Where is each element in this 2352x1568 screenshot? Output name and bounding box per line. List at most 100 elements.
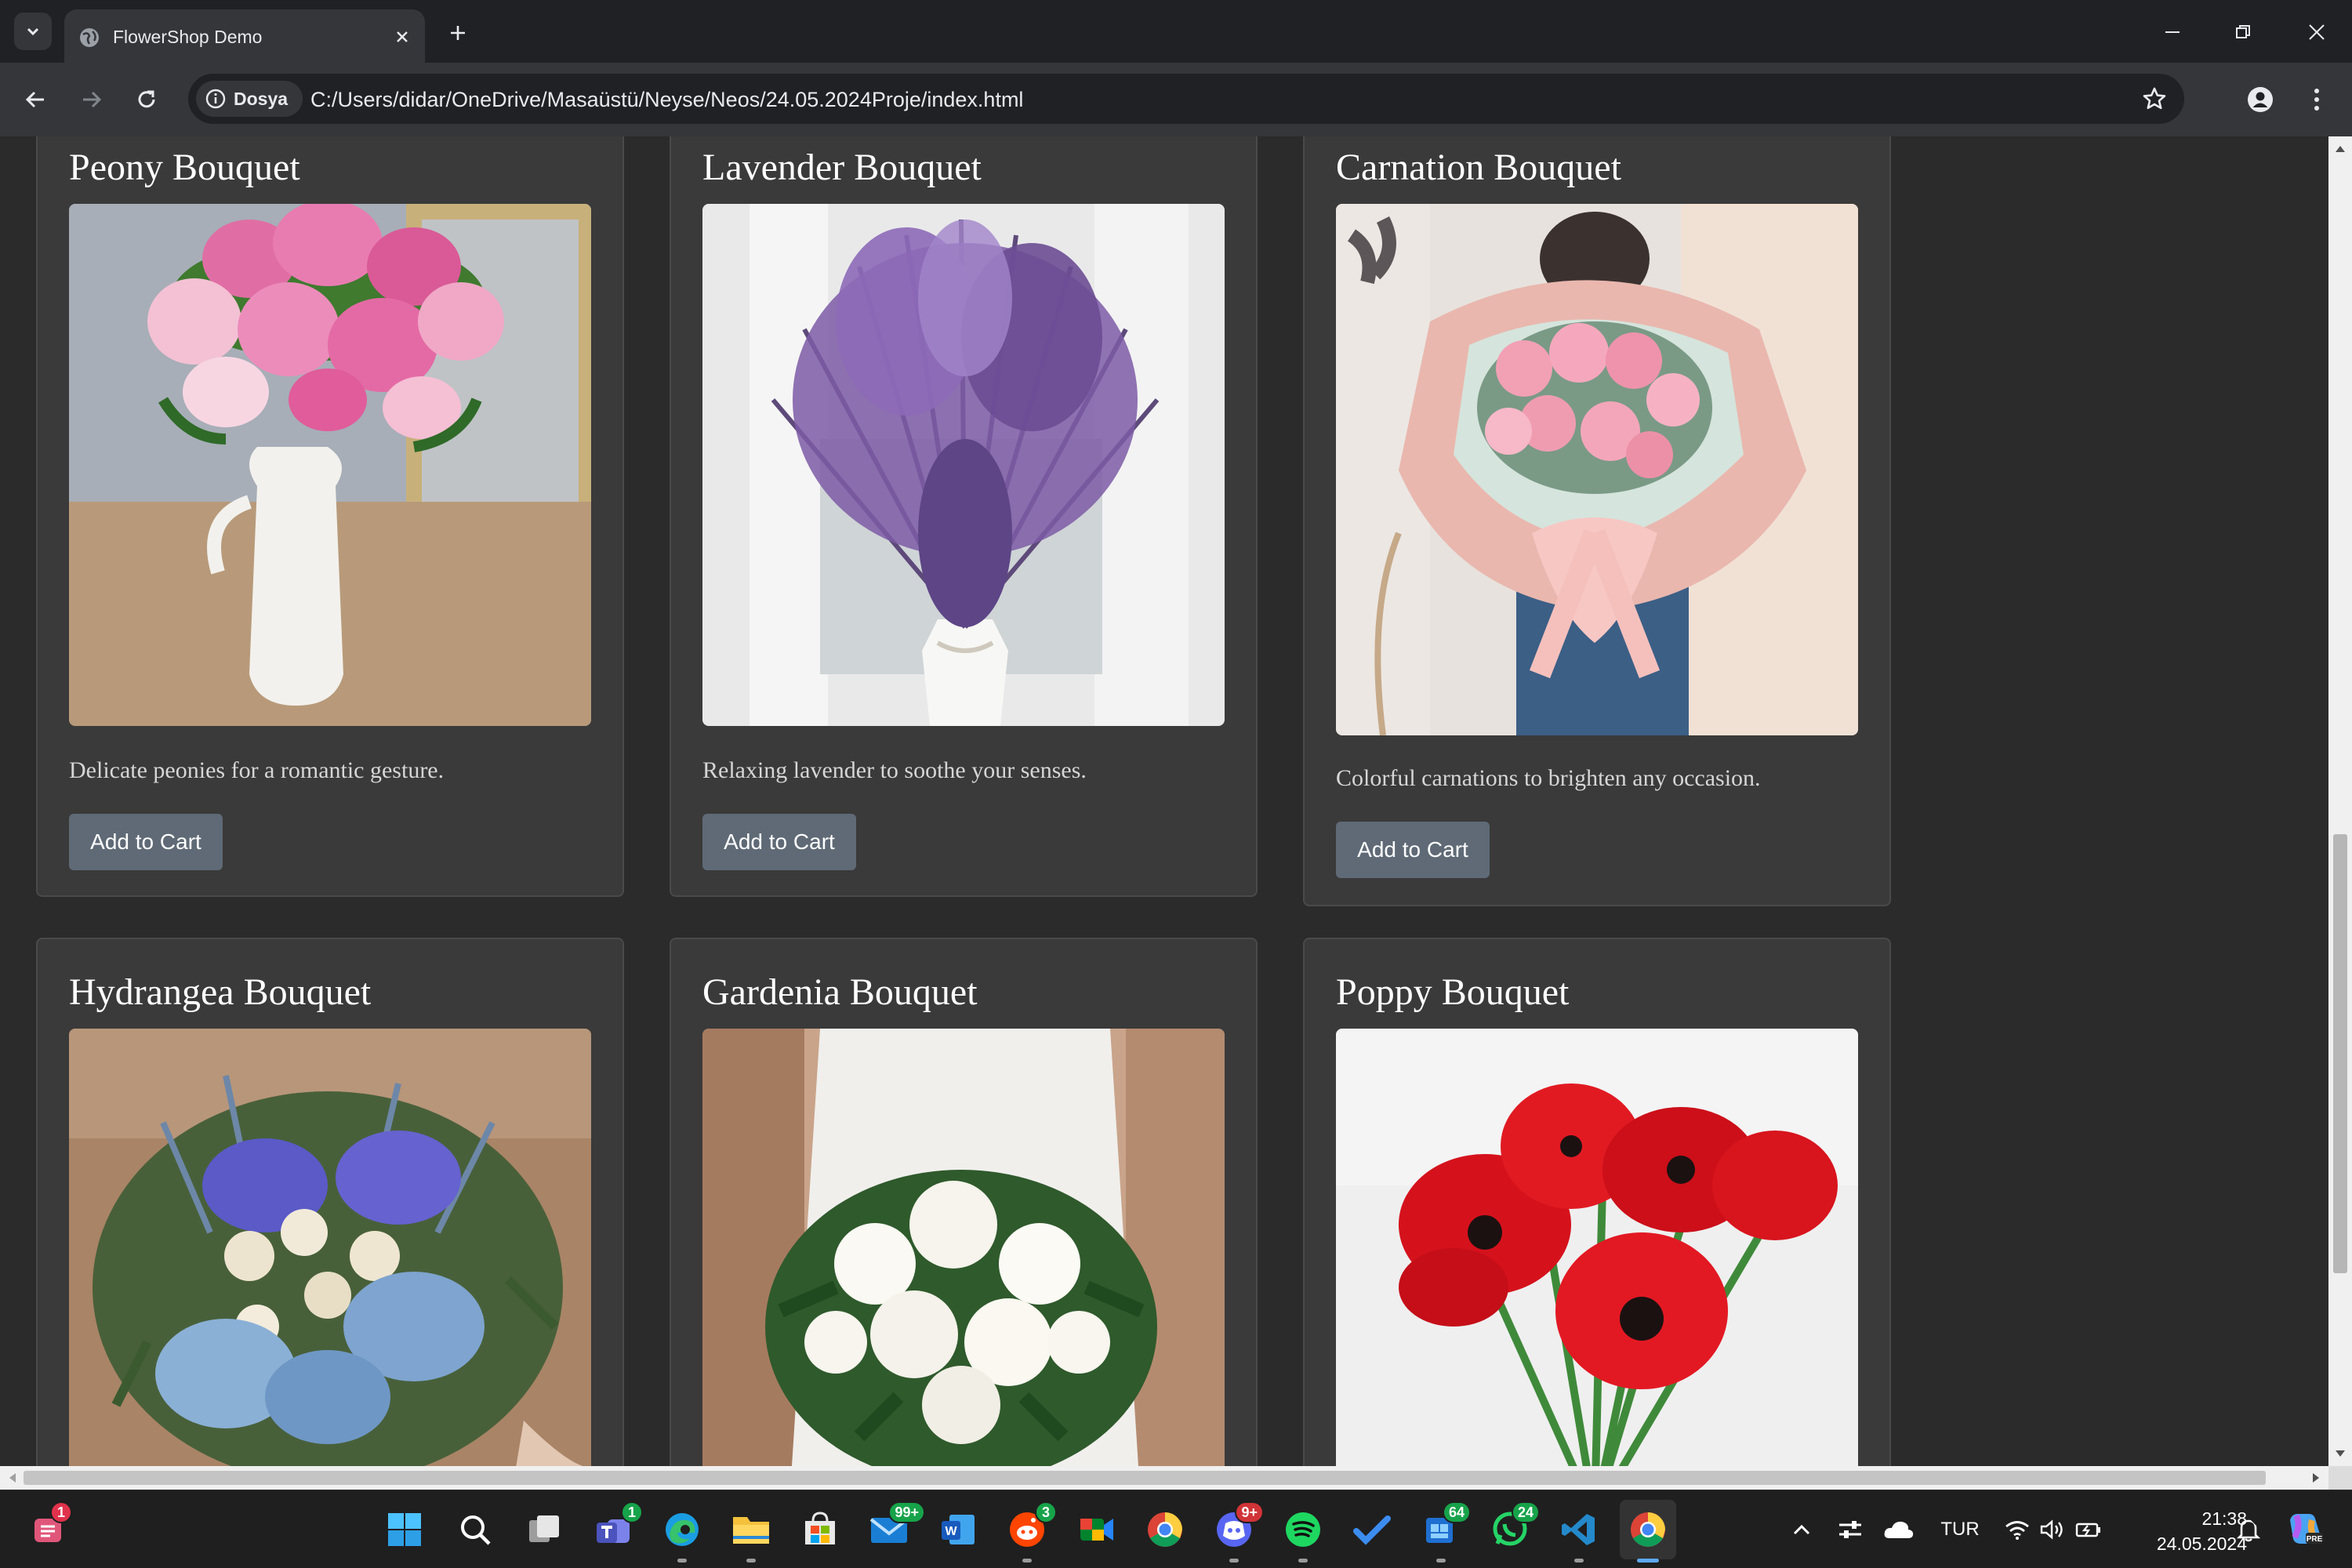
- restore-button[interactable]: [2223, 13, 2263, 52]
- running-indicator: [1229, 1559, 1239, 1563]
- task-view-icon: [529, 1515, 559, 1542]
- running-indicator: [746, 1559, 756, 1563]
- product-card: Gardenia Bouquet: [670, 938, 1258, 1466]
- new-tab-button[interactable]: [442, 17, 474, 49]
- reddit-badge: 3: [1035, 1501, 1057, 1523]
- folder-icon: [733, 1517, 769, 1544]
- volume-tray-icon[interactable]: [2037, 1514, 2067, 1545]
- sliders-icon: [1839, 1521, 1861, 1538]
- scroll-left-arrow[interactable]: [5, 1470, 20, 1486]
- add-to-cart-button[interactable]: Add to Cart: [69, 814, 223, 870]
- arrow-right-icon: [83, 91, 102, 108]
- product-title: Hydrangea Bouquet: [69, 971, 372, 1013]
- vertical-scrollbar[interactable]: [2328, 136, 2352, 1466]
- file-explorer-taskbar-icon[interactable]: [729, 1508, 773, 1563]
- gardenia-photo: [702, 1029, 1225, 1466]
- show-hidden-icons-button[interactable]: [1786, 1514, 1817, 1545]
- microsoft-store-icon: [805, 1512, 835, 1544]
- app-badge: 64: [1442, 1501, 1471, 1523]
- vertical-scroll-thumb[interactable]: [2333, 834, 2347, 1273]
- horizontal-scrollbar[interactable]: [0, 1466, 2328, 1490]
- product-card: Poppy Bouquet: [1303, 938, 1891, 1466]
- language-indicator[interactable]: TUR: [1935, 1514, 1985, 1545]
- store-taskbar-icon[interactable]: [798, 1508, 842, 1552]
- task-view-button[interactable]: [522, 1508, 566, 1552]
- wifi-icon: [2005, 1521, 2029, 1540]
- svg-text:W: W: [945, 1525, 957, 1538]
- word-taskbar-icon[interactable]: W: [936, 1508, 980, 1552]
- volume-icon: [2040, 1519, 2063, 1540]
- mail-taskbar-icon[interactable]: 99+: [867, 1501, 925, 1552]
- onedrive-tray-icon[interactable]: [1882, 1514, 1916, 1545]
- chrome-taskbar-icon[interactable]: [1143, 1508, 1187, 1552]
- clock[interactable]: 21:38 24.05.2024: [2122, 1506, 2247, 1556]
- cloud-icon: [1884, 1521, 1914, 1538]
- copilot-button[interactable]: PRE: [2283, 1509, 2327, 1548]
- horizontal-scroll-thumb[interactable]: [24, 1471, 2266, 1485]
- site-info-chip[interactable]: Dosya: [196, 81, 303, 117]
- browser-tab-strip: FlowerShop Demo: [0, 0, 2352, 63]
- teams-taskbar-icon[interactable]: 1: [591, 1501, 643, 1552]
- spotify-taskbar-icon[interactable]: [1281, 1508, 1325, 1563]
- battery-charging-icon: [2075, 1523, 2100, 1537]
- tray-app-icon[interactable]: [1835, 1514, 1866, 1545]
- product-card: Hydrangea Bouquet: [36, 938, 624, 1466]
- product-title: Poppy Bouquet: [1336, 971, 1570, 1013]
- video-call-icon: [1080, 1519, 1113, 1541]
- triangle-up-icon: [2336, 146, 2345, 152]
- product-title: Lavender Bouquet: [702, 147, 982, 188]
- tab-search-button[interactable]: [14, 13, 52, 50]
- widgets-button[interactable]: 1: [27, 1501, 72, 1552]
- running-indicator: [677, 1559, 687, 1563]
- running-indicator: [1298, 1559, 1308, 1563]
- wifi-tray-icon[interactable]: [2002, 1514, 2032, 1545]
- meet-taskbar-icon[interactable]: [1074, 1508, 1118, 1552]
- triangle-left-icon: [9, 1473, 16, 1483]
- windows-start-icon: [388, 1513, 421, 1546]
- product-card: Peony Bouquet Delicate peonies for a rom…: [36, 136, 624, 897]
- chevron-up-icon: [1793, 1524, 1810, 1535]
- bell-icon: [2236, 1517, 2261, 1542]
- product-description: Relaxing lavender to soothe your senses.: [702, 757, 1087, 783]
- product-title: Carnation Bouquet: [1336, 147, 1621, 188]
- globe-icon: [80, 28, 99, 47]
- discord-taskbar-icon[interactable]: 9+: [1212, 1501, 1264, 1563]
- profile-button[interactable]: [2241, 80, 2280, 119]
- scroll-right-arrow[interactable]: [2308, 1470, 2324, 1486]
- close-window-button[interactable]: [2297, 13, 2336, 52]
- edge-taskbar-icon[interactable]: [660, 1508, 704, 1563]
- vscode-taskbar-icon[interactable]: [1557, 1508, 1601, 1563]
- battery-tray-icon[interactable]: [2073, 1514, 2104, 1545]
- browser-menu-button[interactable]: [2297, 80, 2336, 119]
- todo-taskbar-icon[interactable]: [1350, 1508, 1394, 1552]
- running-indicator: [1436, 1559, 1446, 1563]
- start-button[interactable]: [383, 1508, 426, 1552]
- browser-tab[interactable]: FlowerShop Demo: [64, 9, 425, 63]
- chrome-icon: [1148, 1512, 1182, 1547]
- address-bar[interactable]: Dosya C:/Users/didar/OneDrive/Masaüstü/N…: [188, 74, 2184, 124]
- back-button[interactable]: [16, 80, 55, 119]
- checkmark-icon: [1353, 1515, 1391, 1545]
- add-to-cart-button[interactable]: Add to Cart: [702, 814, 856, 870]
- product-description: Colorful carnations to brighten any occa…: [1336, 765, 1761, 791]
- reload-button[interactable]: [127, 80, 166, 119]
- edge-icon: [666, 1513, 699, 1546]
- scroll-up-arrow[interactable]: [2332, 141, 2348, 157]
- reddit-taskbar-icon[interactable]: 3: [1005, 1501, 1057, 1563]
- scroll-down-arrow[interactable]: [2332, 1446, 2348, 1461]
- bookmark-button[interactable]: [2139, 83, 2170, 114]
- notification-center-button[interactable]: [2231, 1512, 2266, 1547]
- forward-button[interactable]: [72, 80, 111, 119]
- url-text[interactable]: C:/Users/didar/OneDrive/Masaüstü/Neyse/N…: [310, 88, 1023, 112]
- whatsapp-taskbar-icon[interactable]: 24: [1488, 1501, 1540, 1552]
- tab-title: FlowerShop Demo: [113, 27, 263, 47]
- search-button[interactable]: [453, 1508, 497, 1552]
- app-taskbar-icon[interactable]: 64: [1419, 1501, 1471, 1563]
- chrome-active-taskbar-icon[interactable]: [1620, 1500, 1676, 1563]
- product-title: Gardenia Bouquet: [702, 971, 978, 1013]
- product-card: Carnation Bouquet Colorful carnations to…: [1303, 136, 1891, 906]
- tab-close-button[interactable]: [389, 24, 416, 50]
- minimize-button[interactable]: [2153, 13, 2192, 52]
- add-to-cart-button[interactable]: Add to Cart: [1336, 822, 1490, 878]
- minimize-icon: [2165, 31, 2180, 33]
